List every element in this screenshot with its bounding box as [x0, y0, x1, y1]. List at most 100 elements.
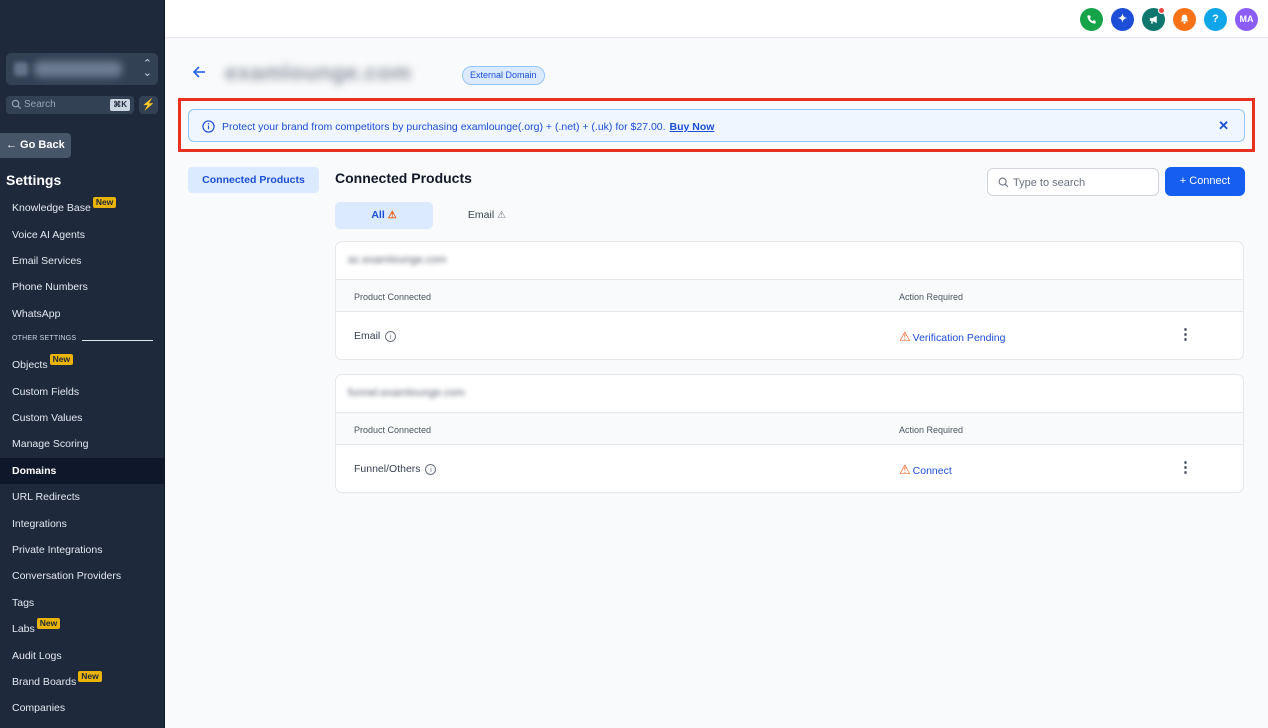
- domain-card: ac.examlounge.com Product Connected Acti…: [335, 241, 1244, 360]
- sidebar-item-labs[interactable]: Labs New: [0, 616, 164, 642]
- divider-line: [82, 340, 153, 341]
- sidebar-item-label: Conversation Providers: [12, 570, 122, 582]
- table-row: Funnel/Others i ⚠ Connect ⋮: [336, 445, 1243, 493]
- sidebar-item-objects[interactable]: Objects New: [0, 352, 164, 378]
- tab-connected-products[interactable]: Connected Products: [188, 167, 319, 193]
- search-input[interactable]: [1013, 175, 1153, 190]
- sidebar-item-domains[interactable]: Domains: [0, 458, 164, 484]
- card-header: ac.examlounge.com: [336, 242, 1243, 280]
- column-product: Product Connected: [354, 425, 432, 435]
- info-icon: [202, 120, 215, 133]
- sidebar-item-custom-values[interactable]: Custom Values: [0, 405, 164, 431]
- sidebar-item-tags[interactable]: Tags: [0, 590, 164, 616]
- sidebar-item-whatsapp[interactable]: WhatsApp: [0, 301, 164, 327]
- sidebar-search[interactable]: Search ⌘K: [6, 96, 134, 114]
- column-product: Product Connected: [354, 292, 432, 302]
- info-icon[interactable]: i: [425, 463, 437, 475]
- sidebar-item-companies[interactable]: Companies: [0, 695, 164, 721]
- new-badge: New: [78, 671, 102, 682]
- new-badge: New: [49, 354, 74, 365]
- external-domain-badge: External Domain: [462, 66, 545, 85]
- sidebar-item-knowledge-base[interactable]: Knowledge Base New: [0, 195, 164, 221]
- more-options-icon[interactable]: ⋮: [1178, 327, 1193, 342]
- sidebar-item-label: Private Integrations: [12, 544, 103, 556]
- sidebar-item-custom-fields[interactable]: Custom Fields: [0, 379, 164, 405]
- table-row: Email i ⚠ Verification Pending ⋮: [336, 312, 1243, 360]
- sidebar-item-integrations[interactable]: Integrations: [0, 511, 164, 537]
- product-name: Funnel/Others i: [354, 463, 437, 475]
- sidebar-item-label: Labs: [12, 623, 35, 635]
- account-switcher[interactable]: ⌃ ⌄: [6, 53, 158, 85]
- action-label: Connect: [912, 465, 952, 477]
- more-options-icon[interactable]: ⋮: [1178, 460, 1193, 475]
- sidebar-item-label: Companies: [12, 702, 66, 714]
- sidebar-item-manage-scoring[interactable]: Manage Scoring: [0, 431, 164, 457]
- column-action: Action Required: [899, 425, 964, 435]
- sidebar-item-conversation-providers[interactable]: Conversation Providers: [0, 563, 164, 589]
- column-action: Action Required: [899, 292, 964, 302]
- lightning-icon[interactable]: ⚡: [139, 96, 158, 114]
- new-badge: New: [92, 197, 117, 208]
- search-field[interactable]: [987, 168, 1159, 196]
- product-label: Funnel/Others: [354, 463, 421, 475]
- other-settings-label: OTHER SETTINGS: [12, 335, 77, 342]
- sidebar-item-label: Custom Values: [12, 412, 83, 424]
- shortcut-hint: ⌘K: [110, 99, 130, 111]
- banner-message: Protect your brand from competitors by p…: [222, 121, 714, 133]
- connect-button[interactable]: + Connect: [1165, 167, 1245, 196]
- phone-icon[interactable]: [1080, 8, 1103, 31]
- sidebar-item-phone-numbers[interactable]: Phone Numbers: [0, 274, 164, 300]
- section-title: Connected Products: [335, 170, 472, 186]
- sidebar-item-label: Tags: [12, 597, 35, 609]
- table-header: Product Connected Action Required: [336, 413, 1243, 445]
- help-icon[interactable]: ?: [1204, 8, 1227, 31]
- banner-text: Protect your brand from competitors by p…: [222, 121, 666, 133]
- search-icon: [998, 177, 1009, 188]
- sparkle-icon[interactable]: ✦: [1111, 8, 1134, 31]
- promo-banner: Protect your brand from competitors by p…: [188, 109, 1245, 142]
- close-icon[interactable]: ✕: [1218, 118, 1229, 134]
- go-back-button[interactable]: ← Go Back: [0, 133, 71, 158]
- account-avatar: [14, 62, 28, 76]
- buy-now-link[interactable]: Buy Now: [670, 121, 715, 133]
- sidebar-item-label: Manage Scoring: [12, 438, 89, 450]
- action-link[interactable]: ⚠ Verification Pending: [899, 329, 1005, 345]
- table-header: Product Connected Action Required: [336, 280, 1243, 312]
- filter-tab-label: Email: [467, 209, 495, 221]
- warning-icon: ⚠: [899, 329, 911, 344]
- sidebar-item-label: Brand Boards: [12, 676, 77, 688]
- action-label: Verification Pending: [912, 332, 1006, 344]
- sidebar-item-url-redirects[interactable]: URL Redirects: [0, 484, 164, 510]
- sidebar-item-brand-boards[interactable]: Brand Boards New: [0, 669, 164, 695]
- subdomain-name: funnel.examlounge.com: [348, 387, 465, 399]
- subdomain-name: ac.examlounge.com: [348, 254, 447, 266]
- sidebar-item-label: Phone Numbers: [12, 281, 88, 293]
- sidebar-item-label: Objects: [12, 359, 48, 371]
- settings-title: Settings: [6, 172, 62, 188]
- other-settings-divider: OTHER SETTINGS: [12, 335, 153, 342]
- notification-dot: [1158, 7, 1165, 14]
- back-arrow-icon[interactable]: [192, 65, 208, 85]
- sidebar-item-private-integrations[interactable]: Private Integrations: [0, 537, 164, 563]
- sidebar-item-label: Voice AI Agents: [12, 229, 85, 241]
- chevron-updown-icon: ⌃ ⌄: [142, 58, 152, 79]
- info-icon[interactable]: i: [385, 330, 397, 342]
- warning-icon: ⚠: [899, 462, 911, 477]
- sidebar-item-voice-ai-agents[interactable]: Voice AI Agents: [0, 222, 164, 248]
- sidebar-item-label: Audit Logs: [12, 650, 62, 662]
- product-name: Email i: [354, 330, 397, 342]
- sidebar-item-email-services[interactable]: Email Services: [0, 248, 164, 274]
- new-badge: New: [36, 618, 61, 629]
- sidebar-item-audit-logs[interactable]: Audit Logs: [0, 643, 164, 669]
- warning-icon: ⚠: [387, 210, 397, 221]
- product-label: Email: [354, 330, 381, 342]
- warning-icon: ⚠: [497, 210, 507, 221]
- filter-tab-email[interactable]: Email ⚠: [447, 202, 527, 229]
- action-link[interactable]: ⚠ Connect: [899, 462, 952, 478]
- sidebar-item-label: Integrations: [12, 518, 67, 530]
- bell-icon[interactable]: [1173, 8, 1196, 31]
- filter-tab-all[interactable]: All ⚠: [335, 202, 433, 229]
- sidebar-item-label: Email Services: [12, 255, 82, 267]
- avatar[interactable]: MA: [1235, 8, 1258, 31]
- sidebar: ⌃ ⌄ Search ⌘K ⚡ ← Go Back Settings Knowle…: [0, 0, 165, 728]
